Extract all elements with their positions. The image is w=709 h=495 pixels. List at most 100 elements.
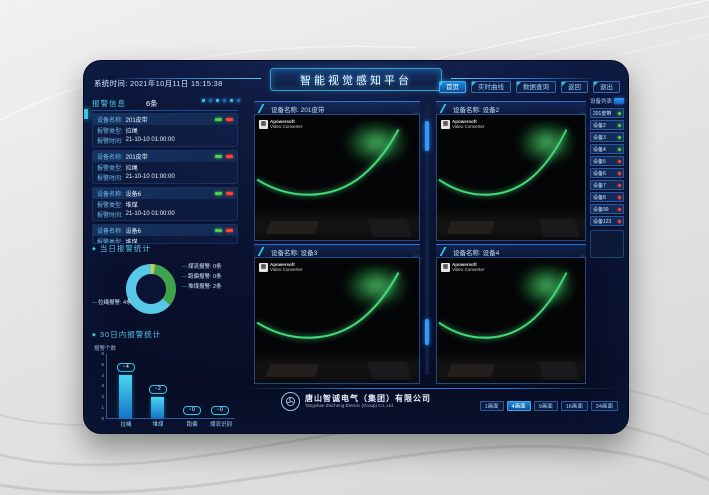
status-dot xyxy=(618,172,621,175)
device-name: 设备5 xyxy=(593,158,606,165)
bar-chart-plot: 6543210 4 2 0 0 拉绳 堆煤 跑偏 煤流识别 xyxy=(106,354,235,419)
device-name-label: 设备名称: xyxy=(97,115,123,124)
slash-decor xyxy=(440,104,453,113)
alarm-list: 设备名称: 201皮带 报警类型:拉绳 报警时间:21-10-10 01:00:… xyxy=(92,113,238,247)
device-name: 设备2 xyxy=(593,122,606,129)
alarm-count-badge: 6条 xyxy=(146,98,158,109)
view-1-button[interactable]: 1画面 xyxy=(480,401,504,411)
nav-home-button[interactable]: 首页 xyxy=(439,81,466,93)
machinery-silhouette xyxy=(255,351,419,384)
device-name: 设备123 xyxy=(593,218,611,225)
watermark: ▦ ApowersoftVideo Converter xyxy=(441,119,484,129)
device-row[interactable]: 设备7 xyxy=(590,180,624,190)
red-status-indicator xyxy=(226,118,233,121)
status-dot xyxy=(618,208,621,211)
device-row[interactable]: 设备6 xyxy=(590,168,624,178)
video-panel-4: 设备名称: 设备4 ▦ ApowersoftVideo Converter xyxy=(436,244,586,384)
pie-label-paopian: 跑偏报警: 0条 xyxy=(182,272,222,280)
view-4-button[interactable]: 4画面 xyxy=(507,401,531,411)
alarm-list-item[interactable]: 设备名称: 设备6 报警类型:堆煤 xyxy=(92,224,238,244)
device-row[interactable]: 设备8 xyxy=(590,192,624,202)
system-time: 系统时间: 2021年10月11日 15:15:38 xyxy=(94,78,223,89)
device-row[interactable]: 设备3 xyxy=(590,132,624,142)
alarm-type-label: 报警类型: xyxy=(97,200,123,209)
device-name: 设备3 xyxy=(593,134,606,141)
nav-exit-button[interactable]: 退出 xyxy=(593,81,620,93)
device-row[interactable]: 设备99 xyxy=(590,204,624,214)
alarm-type-value: 拉绳 xyxy=(126,163,138,172)
month-alarm-stats-section: 30日内报警统计 报警个数 6543210 4 2 0 0 拉绳 堆煤 跑偏 煤… xyxy=(92,329,238,419)
device-list-sidebar: 设备列表 201皮带 设备2 设备3 设备4 设备5 设备6 设备7 设备8 设… xyxy=(590,96,624,383)
device-row[interactable]: 设备4 xyxy=(590,144,624,154)
alarm-type-value: 拉绳 xyxy=(126,126,138,135)
donut-chart-area: 煤流报警: 0条 跑偏报警: 0条 堆煤报警: 2条 拉绳报警: 4条 xyxy=(92,258,238,328)
device-name: 设备8 xyxy=(593,194,606,201)
alarm-list-item[interactable]: 设备名称: 201皮带 报警类型:拉绳 报警时间:21-10-10 01:00:… xyxy=(92,113,238,147)
alarm-list-item[interactable]: 设备名称: 设备6 报警类型:堆煤 报警时间:21-10-10 01:00:00 xyxy=(92,187,238,221)
view-9-button[interactable]: 9画面 xyxy=(534,401,558,411)
view-16-button[interactable]: 16画面 xyxy=(561,401,588,411)
status-dot xyxy=(618,124,621,127)
bar-value-badge: 2 xyxy=(149,385,167,394)
video-divider-scrollbar[interactable] xyxy=(425,107,429,375)
today-stats-title: 当日报警统计 xyxy=(92,243,238,254)
device-name-value: 201皮带 xyxy=(126,115,148,124)
alarm-panel-header: 报警信息 6条 xyxy=(92,97,238,111)
watermark-icon: ▦ xyxy=(259,120,268,129)
video-title: 设备名称: 设备3 xyxy=(271,247,317,257)
alarm-type-label: 报警类型: xyxy=(97,126,123,135)
watermark-icon: ▦ xyxy=(441,263,450,272)
nav-back-button[interactable]: 返回 xyxy=(561,81,588,93)
bar-y-ticks: 6543210 xyxy=(94,351,104,421)
alarm-list-item[interactable]: 设备名称: 201皮带 报警类型:拉绳 报警时间:21-10-10 01:00:… xyxy=(92,150,238,184)
video-panel-2: 设备名称: 设备2 ▦ ApowersoftVideo Converter xyxy=(436,101,586,241)
circuit-decor-icon xyxy=(202,99,240,102)
video-feed[interactable]: ▦ ApowersoftVideo Converter xyxy=(254,114,420,241)
nav-data-query-button[interactable]: 数据查询 xyxy=(516,81,556,93)
device-name-value: 设备6 xyxy=(126,189,141,198)
video-feed[interactable]: ▦ ApowersoftVideo Converter xyxy=(436,257,586,384)
device-row[interactable]: 设备5 xyxy=(590,156,624,166)
nav-realtime-curve-button[interactable]: 实时曲线 xyxy=(471,81,511,93)
green-status-indicator xyxy=(215,192,222,195)
device-name: 设备7 xyxy=(593,182,606,189)
device-name-value: 设备6 xyxy=(126,226,141,235)
status-dot xyxy=(618,184,621,187)
device-row[interactable]: 设备2 xyxy=(590,120,624,130)
screen-edge-accent xyxy=(84,109,88,119)
device-name: 设备6 xyxy=(593,170,606,177)
machinery-silhouette xyxy=(437,351,585,384)
view-24-button[interactable]: 24画面 xyxy=(591,401,618,411)
today-alarm-stats-section: 当日报警统计 煤流报警: 0条 跑偏报警: 0条 堆煤报警: 2条 拉绳报警: … xyxy=(92,243,238,328)
device-name: 201皮带 xyxy=(593,110,611,117)
bar-lasheng xyxy=(119,375,132,418)
alarm-time-label: 报警时间: xyxy=(97,136,123,145)
machinery-silhouette xyxy=(437,208,585,241)
watermark-line2: Video Converter xyxy=(452,124,484,129)
screen-layout-buttons: 1画面 4画面 9画面 16画面 24画面 xyxy=(480,401,618,411)
watermark: ▦ ApowersoftVideo Converter xyxy=(259,262,302,272)
alarm-panel-title: 报警信息 xyxy=(92,98,126,109)
video-title: 设备名称: 设备2 xyxy=(453,104,499,114)
video-feed[interactable]: ▦ ApowersoftVideo Converter xyxy=(436,114,586,241)
bar-value-badge: 0 xyxy=(211,406,229,415)
watermark: ▦ ApowersoftVideo Converter xyxy=(441,262,484,272)
device-name: 设备4 xyxy=(593,146,606,153)
bar-value-badge: 4 xyxy=(117,363,135,372)
video-feed[interactable]: ▦ ApowersoftVideo Converter xyxy=(254,257,420,384)
pie-label-meiliu: 煤流报警: 0条 xyxy=(182,262,222,270)
red-status-indicator xyxy=(226,229,233,232)
company-name-cn: 唐山智诚电气（集团）有限公司 xyxy=(305,394,431,403)
green-status-indicator xyxy=(215,118,222,121)
top-nav: 首页 实时曲线 数据查询 返回 退出 xyxy=(439,81,620,93)
alarm-time-value: 21-10-10 01:00:00 xyxy=(126,174,175,180)
device-name: 设备99 xyxy=(593,206,609,213)
device-list-toggle[interactable] xyxy=(614,98,624,104)
green-status-indicator xyxy=(215,155,222,158)
alarm-type-label: 报警类型: xyxy=(97,163,123,172)
device-row[interactable]: 201皮带 xyxy=(590,108,624,118)
device-row[interactable]: 设备123 xyxy=(590,216,624,226)
bar-category-label: 堆煤 xyxy=(141,420,175,428)
pie-label-duimei: 堆煤报警: 2条 xyxy=(182,282,222,290)
alarm-type-value: 堆煤 xyxy=(126,200,138,209)
